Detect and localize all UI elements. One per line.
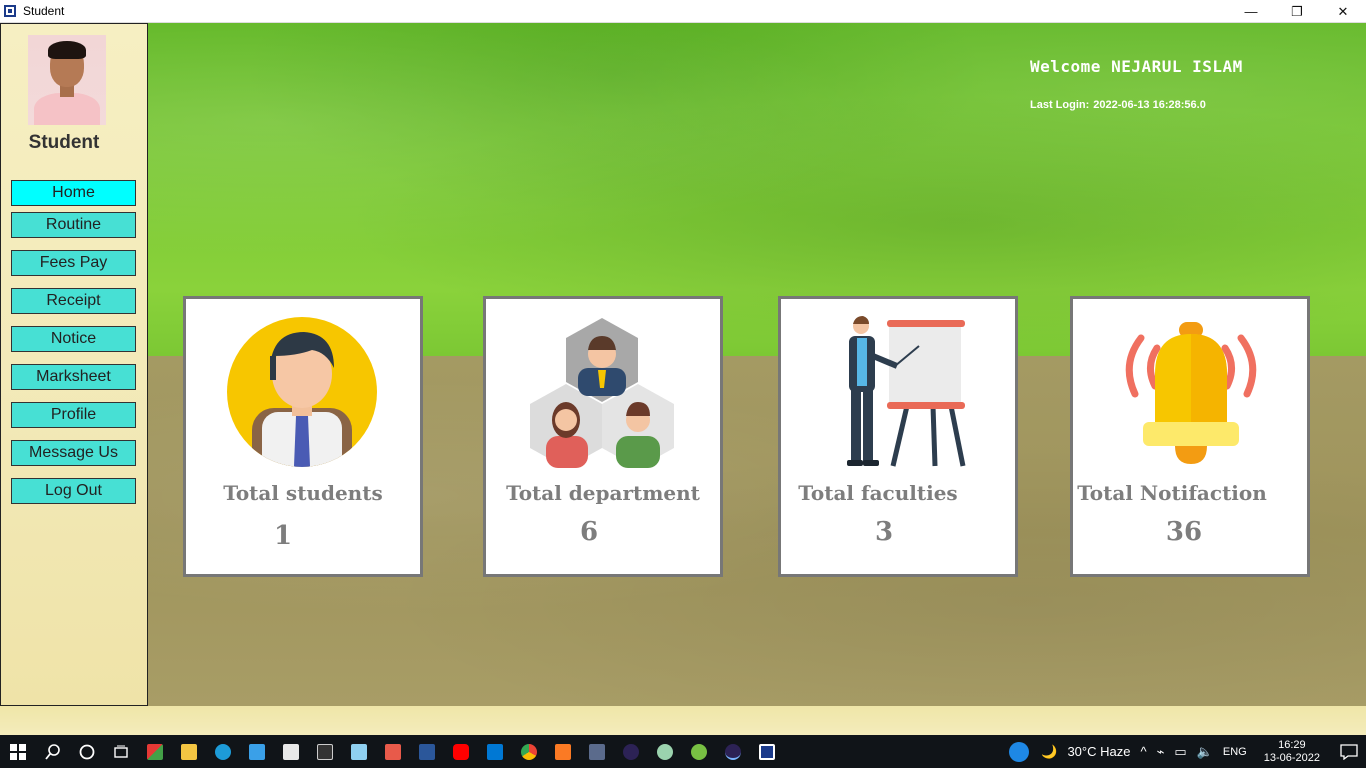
card-label: Total Notifaction [1077, 481, 1267, 505]
user-role: Student [28, 132, 100, 153]
database-icon[interactable] [580, 735, 614, 768]
eclipse-icon[interactable] [614, 735, 648, 768]
vscode-icon[interactable] [478, 735, 512, 768]
last-login-value: 2022-06-13 16:28:56.0 [1093, 99, 1206, 111]
card-label: Total department [506, 481, 700, 505]
eclipse-active-icon[interactable] [716, 735, 750, 768]
terminal-icon[interactable] [308, 735, 342, 768]
nav-marksheet-button[interactable]: Marksheet [11, 364, 136, 390]
battery-icon[interactable]: ▭ [1174, 744, 1186, 760]
maximize-button[interactable]: ❐ [1274, 0, 1320, 23]
start-icon[interactable] [0, 735, 36, 768]
nav-fees-pay-button[interactable]: Fees Pay [11, 250, 136, 276]
dashboard: Student Home Routine Fees Pay Receipt No… [0, 23, 1366, 735]
card-count: 1 [273, 521, 293, 551]
nav-profile-button[interactable]: Profile [11, 402, 136, 428]
bottom-strip [0, 706, 1366, 735]
card-total-department[interactable]: Total department 6 [483, 296, 723, 577]
minimize-button[interactable]: — [1228, 0, 1274, 23]
card-count: 6 [579, 517, 599, 547]
task-view-icon[interactable] [104, 735, 138, 768]
close-button[interactable]: ✕ [1320, 0, 1366, 23]
monitor-icon[interactable] [240, 735, 274, 768]
file-explorer-icon[interactable] [172, 735, 206, 768]
clock[interactable]: 16:29 13-06-2022 [1264, 739, 1320, 765]
chrome-icon[interactable] [512, 735, 546, 768]
volume-icon[interactable]: 🔈 [1197, 744, 1213, 760]
network-icon[interactable]: ⌁ [1157, 744, 1165, 760]
sidebar: Student Home Routine Fees Pay Receipt No… [0, 23, 148, 706]
nav-receipt-button[interactable]: Receipt [11, 288, 136, 314]
department-icon [530, 318, 674, 468]
java-app-icon[interactable] [750, 735, 784, 768]
avatar [28, 35, 106, 125]
card-total-students[interactable]: Total students 1 [183, 296, 423, 577]
bell-icon [1125, 322, 1257, 464]
clock-time: 16:29 [1278, 738, 1306, 751]
nav-home-button[interactable]: Home [11, 180, 136, 206]
language-indicator[interactable]: ENG [1223, 746, 1247, 758]
student-icon [227, 317, 377, 467]
welcome-text: Welcome NEJARUL ISLAM [1030, 57, 1243, 76]
card-label: Total faculties [798, 481, 958, 505]
snip-icon[interactable] [376, 735, 410, 768]
youtube-icon[interactable] [444, 735, 478, 768]
card-count: 3 [874, 517, 894, 547]
taskbar: 🌙 30°C Haze ^ ⌁ ▭ 🔈 ENG 16:29 13-06-2022 [0, 735, 1366, 768]
chevron-up-icon[interactable]: ^ [1140, 744, 1146, 759]
notes-icon[interactable] [342, 735, 376, 768]
faculty-icon [847, 316, 966, 467]
torrent-icon[interactable] [682, 735, 716, 768]
search-icon[interactable] [36, 735, 70, 768]
card-label: Total students [223, 481, 383, 505]
card-count: 36 [1165, 517, 1203, 547]
last-login-label: Last Login: [1030, 99, 1090, 111]
last-login: Last Login: 2022-06-13 16:28:56.0 [1030, 99, 1206, 111]
mail-icon[interactable] [274, 735, 308, 768]
cortana-icon[interactable] [70, 735, 104, 768]
nav-log-out-button[interactable]: Log Out [11, 478, 136, 504]
title-bar: Student — ❐ ✕ [0, 0, 1366, 23]
app-launcher-icon[interactable] [138, 735, 172, 768]
clock-date: 13-06-2022 [1263, 751, 1320, 764]
nav-notice-button[interactable]: Notice [11, 326, 136, 352]
word-icon[interactable] [410, 735, 444, 768]
weather-icon: 🌙 [1041, 743, 1058, 759]
notification-center-icon[interactable] [1332, 735, 1366, 768]
edge-icon[interactable] [206, 735, 240, 768]
card-total-notification[interactable]: Total Notifaction 36 [1070, 296, 1310, 577]
weather-text[interactable]: 30°C Haze [1067, 744, 1130, 759]
nav-message-us-button[interactable]: Message Us [11, 440, 136, 466]
xampp-icon[interactable] [546, 735, 580, 768]
paint-icon[interactable] [648, 735, 682, 768]
help-icon[interactable] [1002, 735, 1036, 768]
nav-routine-button[interactable]: Routine [11, 212, 136, 238]
window-title: Student [23, 4, 65, 18]
app-icon [4, 5, 16, 17]
card-total-faculties[interactable]: Total faculties 3 [778, 296, 1018, 577]
